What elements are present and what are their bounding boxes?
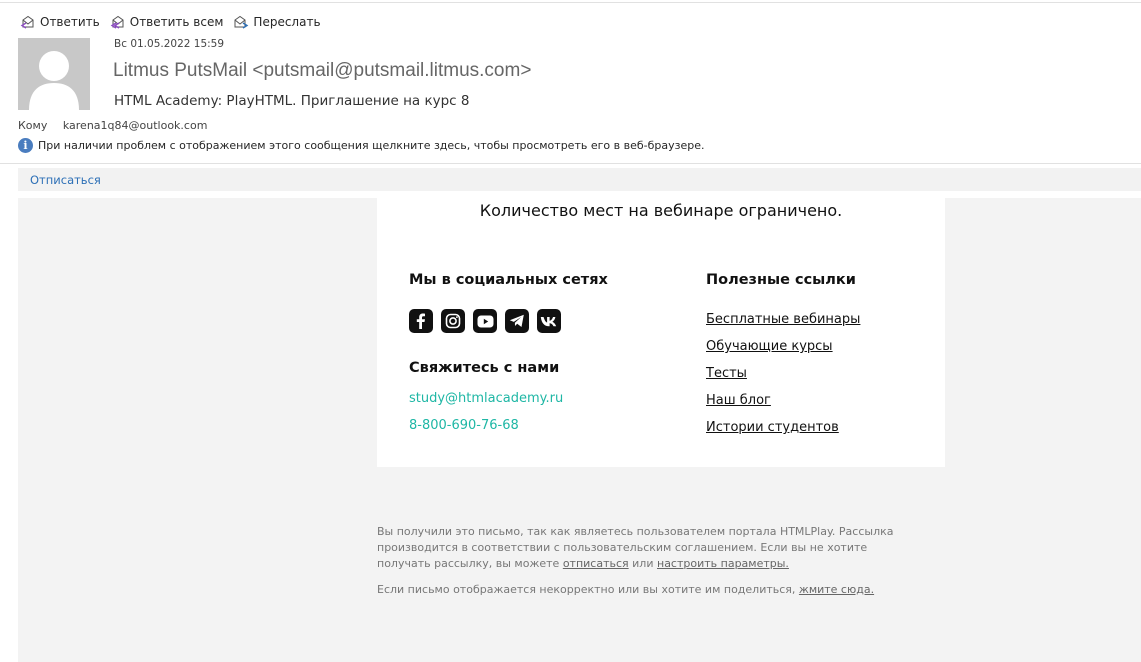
message-subject: HTML Academy: PlayHTML. Приглашение на к…: [114, 93, 470, 109]
to-label: Кому: [18, 119, 48, 132]
useful-links-list: Бесплатные вебинары Обучающие курсы Тест…: [706, 311, 860, 446]
vk-icon[interactable]: [537, 309, 561, 333]
contact-phone-link[interactable]: 8-800-690-76-68: [409, 418, 519, 433]
instagram-icon[interactable]: [441, 309, 465, 333]
reply-icon: [20, 15, 34, 29]
reply-all-button[interactable]: Ответить всем: [110, 15, 224, 29]
link-student-stories[interactable]: Истории студентов: [706, 419, 860, 436]
link-courses[interactable]: Обучающие курсы: [706, 338, 860, 355]
telegram-icon[interactable]: [505, 309, 529, 333]
header-divider: [0, 163, 1141, 164]
unsubscribe-bar: Отписаться: [18, 168, 1141, 191]
limited-seats-notice: Количество мест на вебинаре ограничено.: [479, 201, 843, 220]
social-icons: [409, 309, 561, 333]
email-footer: Вы получили это письмо, так как являетес…: [377, 524, 917, 608]
message-date: Вс 01.05.2022 15:59: [114, 38, 225, 50]
facebook-icon[interactable]: [409, 309, 433, 333]
reply-all-label: Ответить всем: [129, 15, 224, 29]
web-view-text: При наличии проблем с отображением этого…: [38, 139, 705, 152]
footer-share-link[interactable]: жмите сюда.: [799, 583, 874, 596]
info-icon: i: [18, 138, 33, 153]
reply-button[interactable]: Ответить: [20, 15, 100, 29]
footer-share-text: Если письмо отображается некорректно или…: [377, 583, 796, 596]
content-card: Количество мест на вебинаре ограничено. …: [377, 198, 945, 467]
web-view-infobar[interactable]: i При наличии проблем с отображением это…: [18, 138, 704, 153]
footer-share-note: Если письмо отображается некорректно или…: [377, 582, 917, 598]
contact-heading: Свяжитесь с нами: [409, 360, 560, 376]
sender-avatar: [18, 38, 90, 110]
reply-label: Ответить: [40, 15, 100, 29]
sender-name[interactable]: Litmus PutsMail <putsmail@putsmail.litmu…: [113, 60, 531, 82]
recipient-row: Кому karena1q84@outlook.com: [18, 119, 207, 132]
useful-links-heading: Полезные ссылки: [706, 272, 856, 288]
person-icon: [29, 51, 79, 110]
youtube-icon[interactable]: [473, 309, 497, 333]
forward-button[interactable]: Переслать: [233, 15, 321, 29]
link-free-webinars[interactable]: Бесплатные вебинары: [706, 311, 860, 328]
top-border: [0, 2, 1141, 3]
footer-disclaimer: Вы получили это письмо, так как являетес…: [377, 524, 917, 572]
footer-settings-link[interactable]: настроить параметры.: [657, 557, 789, 570]
social-heading: Мы в социальных сетях: [409, 272, 608, 288]
link-tests[interactable]: Тесты: [706, 365, 860, 382]
footer-or-text: или: [632, 557, 654, 570]
footer-unsubscribe-link[interactable]: отписаться: [563, 557, 629, 570]
recipient-address[interactable]: karena1q84@outlook.com: [63, 119, 208, 132]
reply-all-icon: [110, 15, 124, 29]
forward-label: Переслать: [253, 15, 321, 29]
forward-icon: [234, 15, 249, 29]
message-toolbar: Ответить Ответить всем Переслать: [20, 12, 321, 32]
unsubscribe-link[interactable]: Отписаться: [30, 173, 101, 187]
email-body: Количество мест на вебинаре ограничено. …: [18, 198, 1141, 662]
link-blog[interactable]: Наш блог: [706, 392, 860, 409]
contact-email-link[interactable]: study@htmlacademy.ru: [409, 391, 563, 406]
